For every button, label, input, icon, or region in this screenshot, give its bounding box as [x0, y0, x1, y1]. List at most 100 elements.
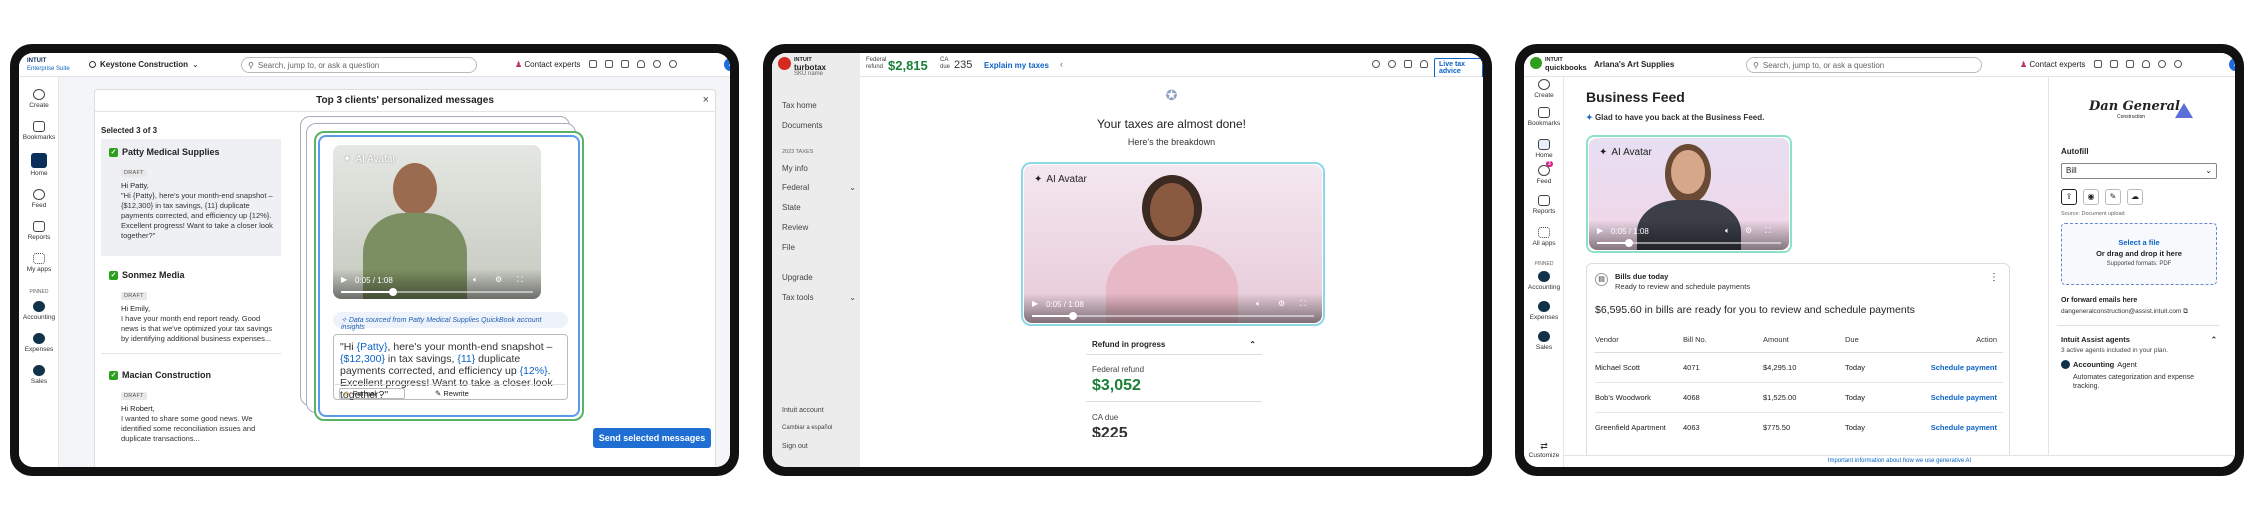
video-progress[interactable] — [1597, 239, 1781, 247]
nav-customize[interactable]: ⇄ Customize — [1524, 441, 1564, 459]
search-icon[interactable] — [1372, 60, 1380, 68]
nav-create[interactable]: Create — [1524, 79, 1564, 99]
user-avatar[interactable]: J — [724, 58, 730, 71]
search-input[interactable]: ⚲ Search, jump to, or ask a question — [241, 57, 477, 73]
volume-icon[interactable]: 🔈︎ — [473, 275, 478, 285]
play-icon[interactable]: ▶ — [1032, 299, 1038, 308]
upload-icon[interactable]: ⇪ — [2061, 189, 2077, 205]
tone-select[interactable]: ☺ Formal ⌄ — [339, 388, 405, 399]
video-progress[interactable] — [1032, 312, 1314, 320]
nav-expenses[interactable]: Expenses — [1524, 301, 1564, 321]
nav-all-apps[interactable]: All apps — [1524, 227, 1564, 247]
client-card[interactable]: ✓ Patty Medical Supplies DRAFT Hi Patty, … — [101, 139, 281, 256]
help-icon[interactable] — [669, 60, 677, 68]
nav-tax-home[interactable]: Tax home — [782, 101, 817, 110]
live-tax-advice-button[interactable]: Live tax advice — [1434, 58, 1483, 78]
help-icon[interactable] — [2174, 60, 2182, 68]
play-icon[interactable]: ▶ — [341, 275, 347, 284]
avatar-video[interactable]: ✦ AI Avatar ▶ 0:05 / 1:08 🔈︎ ⚙ ⛶ — [333, 145, 541, 299]
company-selector[interactable]: Keystone Construction ⌄ — [89, 60, 199, 69]
avatar-video[interactable]: ✦ AI Avatar ▶ 0:05 / 1:08 🔈︎ ⚙ ⛶ — [1024, 165, 1322, 323]
nav-tax-tools[interactable]: Tax tools ⌄ — [782, 293, 856, 302]
calendar-icon[interactable] — [2094, 60, 2102, 68]
fullscreen-icon[interactable]: ⛶ — [1765, 226, 1771, 236]
contact-experts-button[interactable]: ♟ Contact experts — [2020, 60, 2085, 69]
apps-icon[interactable] — [2126, 60, 2134, 68]
nav-accounting[interactable]: Accounting — [19, 301, 59, 321]
cloud-icon[interactable]: ☁ — [2127, 189, 2143, 205]
file-dropzone[interactable]: Select a file Or drag and drop it here S… — [2061, 223, 2217, 285]
nav-expenses[interactable]: Expenses — [19, 333, 59, 353]
nav-accounting[interactable]: Accounting — [1524, 271, 1564, 291]
avatar-video[interactable]: ✦ AI Avatar ▶ 0:05 / 1:08 🔈︎ ⚙ ⛶ — [1589, 138, 1789, 250]
search-input[interactable]: ⚲ Search, jump to, or ask a question — [1746, 57, 1982, 73]
nav-federal[interactable]: Federal ⌄ — [782, 183, 856, 192]
cart-icon[interactable] — [1404, 60, 1412, 68]
nav-intuit-account[interactable]: Intuit account — [782, 407, 824, 414]
nav-reports[interactable]: Reports — [19, 221, 59, 241]
nav-reports[interactable]: Reports — [1524, 195, 1564, 215]
generative-ai-notice[interactable]: Important information about how we use g… — [1564, 455, 2235, 467]
bell-icon[interactable] — [2142, 60, 2150, 68]
checkbox-checked-icon[interactable]: ✓ — [109, 370, 118, 380]
close-icon[interactable]: × — [703, 94, 709, 106]
fullscreen-icon[interactable]: ⛶ — [517, 275, 523, 285]
gear-icon[interactable] — [2158, 60, 2166, 68]
nav-documents[interactable]: Documents — [782, 121, 822, 130]
nav-feed[interactable]: Feed — [19, 189, 59, 209]
settings-icon[interactable]: ⚙ — [495, 275, 502, 284]
bell-icon[interactable] — [1420, 60, 1428, 68]
bulb-icon[interactable] — [2110, 60, 2118, 68]
nav-state[interactable]: State — [782, 203, 801, 212]
schedule-payment-link[interactable]: Schedule payment — [1927, 352, 2003, 382]
checkbox-checked-icon[interactable]: ✓ — [109, 147, 118, 157]
calendar-icon[interactable] — [589, 60, 597, 68]
nav-feed[interactable]: 3 Feed — [1524, 161, 1564, 185]
schedule-payment-link[interactable]: Schedule payment — [1927, 412, 2003, 442]
nav-upgrade[interactable]: Upgrade — [782, 273, 813, 282]
explain-taxes-link[interactable]: Explain my taxes — [984, 61, 1049, 70]
video-progress[interactable] — [341, 288, 533, 296]
checkbox-checked-icon[interactable]: ✓ — [109, 270, 118, 280]
forward-email[interactable]: dangeneralconstruction@assist.intuit.com… — [2061, 308, 2188, 316]
gear-icon[interactable] — [653, 60, 661, 68]
client-card[interactable]: ✓ Macian Construction DRAFT Hi Robert, I … — [101, 362, 281, 454]
nav-bookmarks[interactable]: Bookmarks — [19, 121, 59, 141]
rewrite-button[interactable]: ✎ Rewrite — [435, 389, 469, 398]
help-icon[interactable] — [1388, 60, 1396, 68]
select-file-link[interactable]: Select a file — [2062, 238, 2216, 247]
nav-my-info[interactable]: My info — [782, 164, 808, 173]
nav-file[interactable]: File — [782, 243, 795, 252]
copy-icon[interactable]: ⧉ — [2183, 308, 2188, 315]
sign-out-link[interactable]: Sign out — [782, 443, 808, 450]
collapse-icon[interactable]: ‹ — [1060, 59, 1063, 69]
nav-my-apps[interactable]: My apps — [19, 253, 59, 273]
play-icon[interactable]: ▶ — [1597, 226, 1603, 235]
client-card[interactable]: ✓ Sonmez Media DRAFT Hi Emily, I have you… — [101, 262, 281, 354]
accounting-agent[interactable]: Accounting Agent — [2061, 360, 2137, 369]
camera-icon[interactable]: ◉ — [2083, 189, 2099, 205]
nav-create[interactable]: Create — [19, 89, 59, 109]
fullscreen-icon[interactable]: ⛶ — [1300, 299, 1306, 309]
settings-icon[interactable]: ⚙ — [1745, 226, 1752, 235]
settings-icon[interactable]: ⚙ — [1278, 299, 1285, 308]
volume-icon[interactable]: 🔈︎ — [1725, 226, 1730, 236]
company-name[interactable]: Arlana's Art Supplies — [1594, 60, 1674, 69]
language-link[interactable]: Cambiar a español — [782, 425, 832, 431]
volume-icon[interactable]: 🔈︎ — [1256, 299, 1261, 309]
nav-review[interactable]: Review — [782, 223, 808, 232]
bell-icon[interactable] — [637, 60, 645, 68]
bulb-icon[interactable] — [605, 60, 613, 68]
more-icon[interactable]: ⋮ — [1989, 272, 1999, 283]
document-type-select[interactable]: Bill ⌄ — [2061, 163, 2217, 179]
agents-header[interactable]: Intuit Assist agents ⌃ — [2061, 335, 2217, 344]
nav-sales[interactable]: Sales — [1524, 331, 1564, 351]
nav-home[interactable]: Home — [19, 153, 59, 177]
contact-experts-button[interactable]: ♟ Contact experts — [515, 60, 580, 69]
refund-panel-header[interactable]: Refund in progress ⌃ — [1086, 335, 1262, 355]
nav-bookmarks[interactable]: Bookmarks — [1524, 107, 1564, 127]
nav-home[interactable]: Home — [1524, 139, 1564, 159]
send-messages-button[interactable]: Send selected messages (3) — [593, 428, 711, 463]
apps-icon[interactable] — [621, 60, 629, 68]
schedule-payment-link[interactable]: Schedule payment — [1927, 382, 2003, 412]
